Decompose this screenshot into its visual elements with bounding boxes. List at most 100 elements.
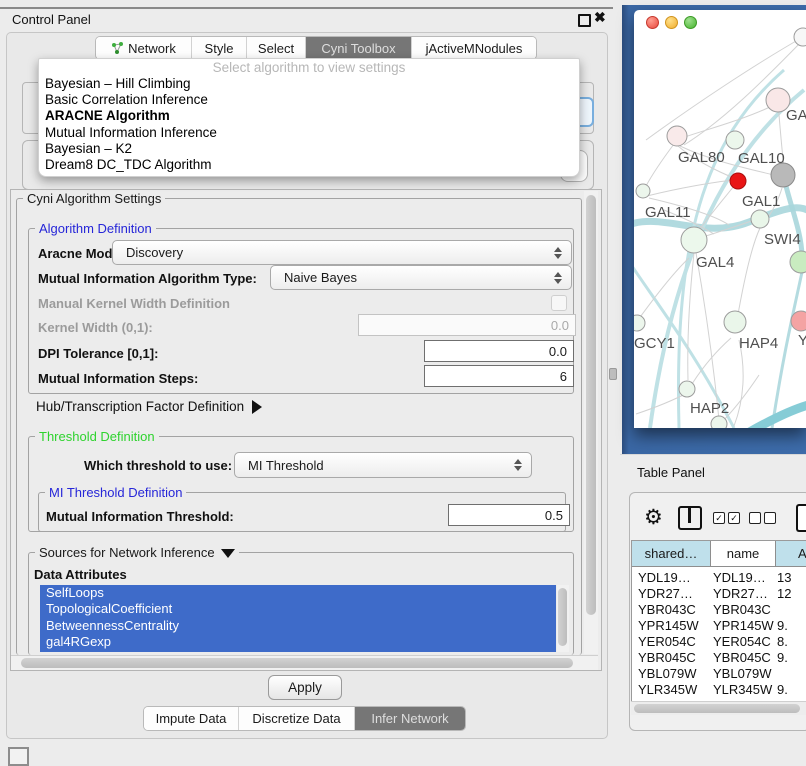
tab-style-label: Style bbox=[205, 41, 234, 56]
column-header-name[interactable]: name bbox=[711, 541, 776, 567]
network-node[interactable] bbox=[711, 416, 727, 428]
table-cell[interactable]: YLR345W bbox=[638, 682, 697, 698]
float-window-icon[interactable] bbox=[578, 14, 591, 27]
export-table-icon[interactable] bbox=[796, 504, 806, 532]
table-cell[interactable]: YBL079W bbox=[638, 666, 697, 682]
table-cell[interactable]: YLR345W bbox=[713, 682, 772, 698]
table-cell[interactable]: YDR27… bbox=[638, 586, 693, 602]
network-node[interactable] bbox=[794, 28, 806, 46]
network-node-gal11[interactable] bbox=[636, 184, 650, 198]
tab-jactivemnodules-label: jActiveMNodules bbox=[426, 41, 523, 56]
attribute-item-selected[interactable]: TopologicalCoefficient bbox=[40, 601, 556, 617]
mi-steps-label: Mutual Information Steps: bbox=[38, 371, 198, 386]
network-node-gcy1[interactable] bbox=[634, 315, 645, 331]
algorithm-option-highlighted[interactable]: ARACNE Algorithm bbox=[39, 108, 579, 124]
splitter-handle[interactable] bbox=[609, 368, 617, 380]
kernel-width-field[interactable]: 0.0 bbox=[358, 314, 576, 336]
mi-algorithm-type-select[interactable]: Naive Bayes bbox=[270, 265, 572, 290]
table-cell[interactable]: 8. bbox=[777, 634, 788, 650]
tab-select[interactable]: Select bbox=[247, 37, 306, 59]
algorithm-dropdown-popup: Select algorithm to view settings Bayesi… bbox=[38, 58, 580, 177]
table-cell[interactable]: YDL19… bbox=[713, 570, 766, 586]
column-header-partial[interactable]: A bbox=[776, 541, 806, 567]
settings-vertical-scrollbar[interactable] bbox=[584, 191, 598, 654]
column-header-shared-name[interactable]: shared… bbox=[632, 541, 711, 567]
network-node-swi4[interactable] bbox=[790, 251, 806, 273]
table-cell[interactable]: YPR145W bbox=[713, 618, 774, 634]
table-cell[interactable]: 12 bbox=[777, 586, 791, 602]
column-visibility-icon[interactable] bbox=[678, 506, 702, 530]
network-node-gal10[interactable] bbox=[726, 131, 744, 149]
tab-discretize-data[interactable]: Discretize Data bbox=[239, 707, 355, 730]
node-label: HAP2 bbox=[690, 400, 729, 417]
hub-definition-label: Hub/Transcription Factor Definition bbox=[36, 399, 244, 414]
tab-cyni-toolbox[interactable]: Cyni Toolbox bbox=[306, 37, 412, 59]
network-canvas[interactable]: GAL80 GAL10 GAL1 GAL11 GAL4 SWI4 GCY1 HA… bbox=[634, 10, 806, 428]
which-threshold-value: MI Threshold bbox=[235, 458, 509, 473]
algorithm-option[interactable]: Mutual Information Inference bbox=[39, 125, 579, 141]
minimized-panel-icon[interactable] bbox=[8, 747, 29, 766]
control-panel-tabstrip: Network Style Select Cyni Toolbox jActiv… bbox=[95, 36, 537, 60]
combo-stepper-icon bbox=[549, 247, 567, 259]
algorithm-option[interactable]: Basic Correlation Inference bbox=[39, 92, 579, 108]
network-node-pink[interactable] bbox=[791, 311, 806, 331]
settings-horizontal-scrollbar[interactable] bbox=[11, 655, 598, 670]
aracne-mode-select[interactable]: Discovery bbox=[112, 240, 572, 265]
table-cell[interactable]: YBR043C bbox=[638, 602, 696, 618]
tab-style[interactable]: Style bbox=[192, 37, 247, 59]
table-cell[interactable]: YBL079W bbox=[713, 666, 772, 682]
network-node-gal80[interactable] bbox=[667, 126, 687, 146]
tab-impute-data[interactable]: Impute Data bbox=[144, 707, 239, 730]
mi-algorithm-type-label: Mutual Information Algorithm Type: bbox=[38, 271, 257, 286]
table-cell[interactable]: YER054C bbox=[713, 634, 771, 650]
table-cell[interactable]: 13 bbox=[777, 570, 791, 586]
table-cell[interactable]: YBR045C bbox=[638, 650, 696, 666]
node-attribute-table[interactable]: shared… name A YDL19… YDL19… 13 YDR27… Y… bbox=[631, 540, 806, 715]
hub-definition-expander[interactable]: Hub/Transcription Factor Definition bbox=[36, 399, 262, 414]
apply-button-label: Apply bbox=[288, 680, 322, 695]
sources-title-text: Sources for Network Inference bbox=[39, 545, 215, 560]
attribute-item-selected[interactable]: SelfLoops bbox=[40, 585, 556, 601]
table-cell[interactable]: YDL19… bbox=[638, 570, 691, 586]
tab-network[interactable]: Network bbox=[96, 37, 192, 59]
network-node-hap4[interactable] bbox=[724, 311, 746, 333]
mi-threshold-field[interactable]: 0.5 bbox=[448, 504, 570, 526]
tab-impute-data-label: Impute Data bbox=[156, 711, 227, 726]
expander-expanded-icon[interactable] bbox=[221, 549, 235, 558]
network-node-gal1[interactable] bbox=[751, 210, 769, 228]
algorithm-option[interactable]: Bayesian – Hill Climbing bbox=[39, 76, 579, 92]
network-node-highlighted[interactable] bbox=[730, 173, 746, 189]
attribute-item-selected[interactable]: BetweennessCentrality bbox=[40, 618, 556, 634]
close-panel-icon[interactable]: ✖ bbox=[594, 9, 606, 26]
table-cell[interactable]: 9. bbox=[777, 618, 788, 634]
table-cell[interactable]: YBR043C bbox=[713, 602, 771, 618]
mi-algorithm-type-value: Naive Bayes bbox=[271, 270, 549, 285]
mi-threshold-group-title: MI Threshold Definition bbox=[45, 485, 186, 500]
which-threshold-select[interactable]: MI Threshold bbox=[234, 452, 532, 478]
network-node-gal4[interactable] bbox=[681, 227, 707, 253]
network-node-hap2[interactable] bbox=[679, 381, 695, 397]
mi-steps-field[interactable]: 6 bbox=[424, 365, 574, 387]
table-cell[interactable]: YDR27… bbox=[713, 586, 768, 602]
table-cell[interactable]: 9. bbox=[777, 650, 788, 666]
table-cell[interactable]: YPR145W bbox=[638, 618, 699, 634]
algorithm-option[interactable]: Bayesian – K2 bbox=[39, 141, 579, 157]
tab-network-label: Network bbox=[128, 41, 176, 56]
tab-jactivemnodules[interactable]: jActiveMNodules bbox=[412, 37, 536, 59]
tab-select-label: Select bbox=[258, 41, 294, 56]
attribute-list-scrollbar[interactable] bbox=[557, 585, 569, 652]
deselect-all-rows-icon[interactable] bbox=[749, 512, 776, 524]
table-cell[interactable]: 9. bbox=[777, 682, 788, 698]
table-settings-gear-icon[interactable]: ⚙ bbox=[644, 505, 663, 529]
tab-infer-network[interactable]: Infer Network bbox=[355, 707, 465, 730]
node-label: SWI4 bbox=[764, 231, 801, 248]
table-cell[interactable]: YBR045C bbox=[713, 650, 771, 666]
apply-button[interactable]: Apply bbox=[268, 675, 342, 700]
table-horizontal-scrollbar[interactable] bbox=[631, 701, 806, 715]
dpi-tolerance-field[interactable]: 0.0 bbox=[424, 340, 574, 362]
manual-kernel-width-checkbox[interactable] bbox=[551, 295, 567, 311]
select-all-rows-icon[interactable]: ✓✓ bbox=[713, 512, 740, 524]
algorithm-option[interactable]: Dream8 DC_TDC Algorithm bbox=[39, 157, 579, 173]
table-cell[interactable]: YER054C bbox=[638, 634, 696, 650]
attribute-item-selected[interactable]: gal4RGexp bbox=[40, 634, 556, 650]
